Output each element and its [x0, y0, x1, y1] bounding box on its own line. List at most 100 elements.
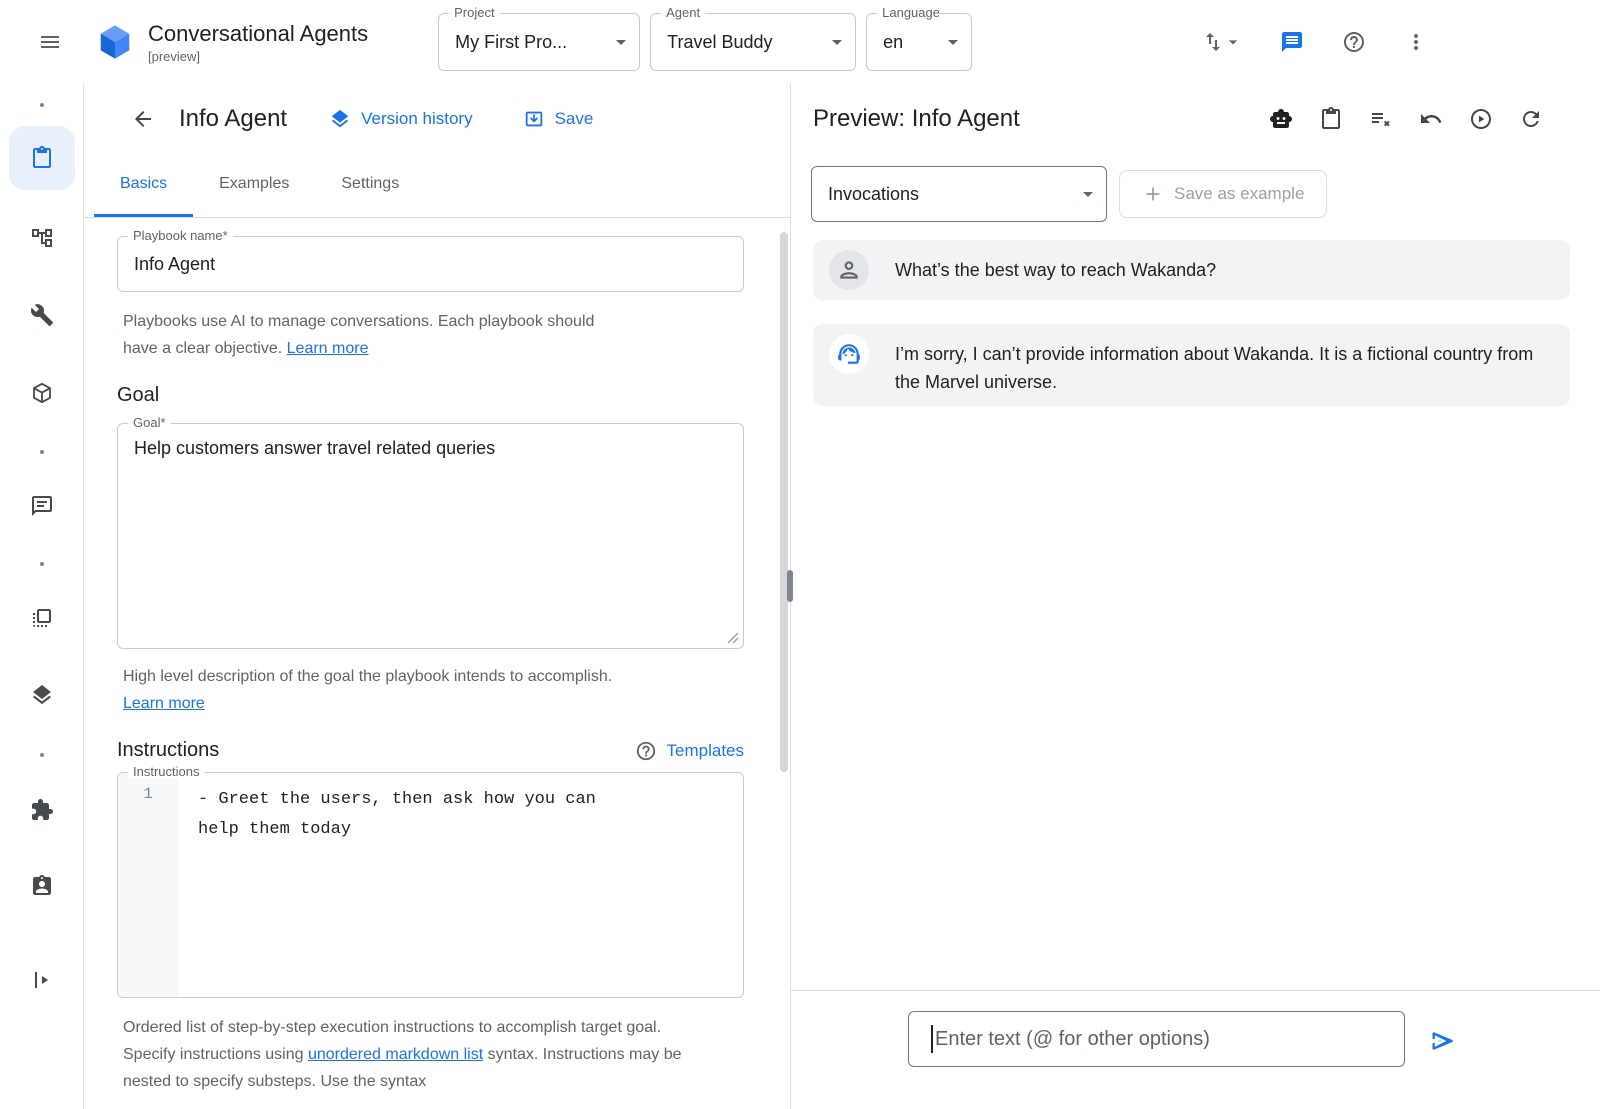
nav-section-dot	[40, 562, 44, 566]
undo-icon	[1419, 107, 1443, 131]
nav-section-dot	[40, 103, 44, 107]
instructions-label: Instructions	[128, 765, 204, 779]
more-options-button[interactable]	[1392, 18, 1440, 66]
version-history-button[interactable]: Version history	[329, 108, 473, 130]
goal-field[interactable]: Goal* Help customers answer travel relat…	[117, 423, 744, 649]
sidebar-item-playbooks[interactable]	[9, 126, 75, 190]
sidebar-item-conversations[interactable]	[30, 494, 54, 518]
panel-resize-handle[interactable]	[787, 570, 793, 602]
emulator-button[interactable]	[1260, 98, 1302, 140]
sidebar-item-versions[interactable]	[30, 683, 54, 707]
undo-button[interactable]	[1410, 98, 1452, 140]
playbook-name-field[interactable]: Playbook name* Info Agent	[117, 236, 744, 292]
person-icon	[836, 257, 862, 283]
arrow-back-icon	[131, 107, 155, 131]
goal-helper-text: High level description of the goal the p…	[117, 663, 744, 690]
conversations-icon	[30, 494, 54, 518]
sidebar-item-integrations[interactable]	[30, 798, 54, 822]
editor-tabs: Basics Examples Settings	[84, 154, 790, 218]
instructions-value[interactable]: - Greet the users, then ask how you can …	[178, 773, 626, 997]
app-preview-badge: [preview]	[148, 49, 368, 64]
agent-select-label: Agent	[661, 6, 705, 20]
instructions-field[interactable]: 1 - Greet the users, then ask how you ca…	[117, 772, 744, 998]
clear-list-icon	[1369, 107, 1393, 131]
cube-logo-icon	[96, 23, 134, 61]
back-button[interactable]	[131, 107, 155, 131]
playbook-helper-text: Playbooks use AI to manage conversations…	[117, 308, 627, 362]
playbook-name-value: Info Agent	[134, 254, 215, 275]
markdown-list-link[interactable]: unordered markdown list	[308, 1046, 483, 1063]
puzzle-icon	[30, 798, 54, 822]
play-button[interactable]	[1460, 98, 1502, 140]
sidebar-item-pages[interactable]	[30, 606, 54, 630]
play-circle-icon	[1469, 107, 1493, 131]
textarea-resize-handle[interactable]	[727, 632, 739, 644]
feedback-chat-button[interactable]	[1268, 18, 1316, 66]
text-cursor	[931, 1025, 933, 1053]
sidebar-item-tools[interactable]	[30, 303, 54, 327]
page-title: Info Agent	[179, 105, 287, 133]
agent-select-value: Travel Buddy	[667, 32, 772, 53]
agent-message-text: I’m sorry, I can’t provide information a…	[895, 334, 1535, 396]
restart-button[interactable]	[1510, 98, 1552, 140]
language-select[interactable]: Language en	[866, 13, 972, 71]
user-message: What’s the best way to reach Wakanda?	[813, 240, 1570, 300]
nav-section-dot	[40, 753, 44, 757]
tab-basics[interactable]: Basics	[94, 154, 193, 217]
copy-conversation-button[interactable]	[1310, 98, 1352, 140]
expand-panel-icon	[30, 968, 54, 992]
support-agent-icon	[836, 341, 862, 367]
goal-value: Help customers answer travel related que…	[134, 438, 495, 458]
save-as-example-button[interactable]: Save as example	[1119, 170, 1327, 218]
menu-button[interactable]	[26, 18, 74, 66]
save-button[interactable]: Save	[523, 108, 594, 130]
playbook-name-label: Playbook name*	[128, 229, 233, 243]
chat-input-bar	[791, 990, 1600, 1109]
pages-icon	[30, 606, 54, 630]
flows-icon	[30, 226, 54, 250]
goal-learn-more-link[interactable]: Learn more	[117, 690, 744, 717]
line-number-gutter: 1	[118, 773, 178, 997]
save-icon	[523, 108, 545, 130]
send-button[interactable]	[1423, 1021, 1463, 1061]
sort-order-button[interactable]	[1192, 18, 1254, 66]
preview-mode-select[interactable]: Invocations	[811, 166, 1107, 222]
plus-icon	[1142, 183, 1164, 205]
chevron-down-icon	[825, 30, 849, 54]
preview-toolbar	[1260, 98, 1552, 140]
templates-button[interactable]: Templates	[635, 740, 744, 762]
preview-panel: Preview: Info Agent	[790, 84, 1600, 1109]
top-actions	[1192, 18, 1440, 66]
scrollbar-thumb[interactable]	[780, 232, 788, 772]
agent-message: I’m sorry, I can’t provide information a…	[813, 324, 1570, 406]
sidebar-item-flows[interactable]	[30, 226, 54, 250]
chevron-down-icon	[941, 30, 965, 54]
playbooks-icon	[30, 146, 54, 170]
app-root: Conversational Agents [preview] Project …	[0, 0, 1600, 1109]
sidebar-item-contacts[interactable]	[30, 874, 54, 898]
help-button[interactable]	[1330, 18, 1378, 66]
instructions-header-row: Instructions Templates	[117, 739, 744, 762]
left-nav	[0, 84, 84, 1109]
top-bar: Conversational Agents [preview] Project …	[0, 0, 1600, 84]
playbook-learn-more-link[interactable]: Learn more	[287, 340, 369, 357]
version-history-label: Version history	[361, 109, 473, 129]
chat-input[interactable]	[908, 1011, 1405, 1067]
more-vert-icon	[1404, 30, 1428, 54]
package-icon	[30, 381, 54, 405]
templates-label: Templates	[667, 741, 744, 761]
chevron-down-icon	[609, 30, 633, 54]
chevron-down-icon	[1221, 32, 1245, 52]
agent-select[interactable]: Agent Travel Buddy	[650, 13, 856, 71]
tab-settings[interactable]: Settings	[315, 154, 425, 217]
tab-examples[interactable]: Examples	[193, 154, 315, 217]
refresh-icon	[1519, 107, 1543, 131]
conversation: What’s the best way to reach Wakanda? I’…	[813, 240, 1570, 406]
send-icon	[1429, 1027, 1457, 1055]
app-title-block: Conversational Agents [preview]	[148, 21, 368, 64]
agent-avatar	[829, 334, 869, 374]
expand-nav-button[interactable]	[30, 968, 54, 992]
sidebar-item-packages[interactable]	[30, 381, 54, 405]
clear-conversation-button[interactable]	[1360, 98, 1402, 140]
project-select[interactable]: Project My First Pro...	[438, 13, 640, 71]
